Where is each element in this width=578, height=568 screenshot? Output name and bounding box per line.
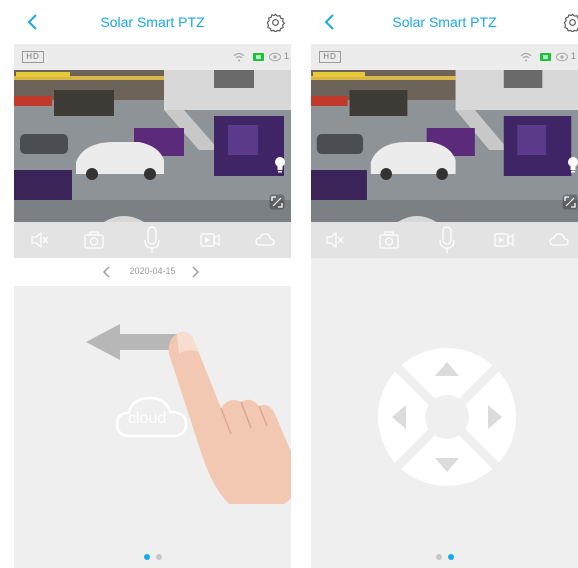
mute-icon[interactable] [325, 231, 345, 249]
gear-icon[interactable] [563, 13, 578, 32]
video-status-bar: HD 1 [311, 44, 578, 70]
control-bar [311, 222, 578, 258]
battery-icon [540, 53, 551, 61]
wifi-icon [233, 52, 245, 62]
mute-icon[interactable] [30, 231, 50, 249]
date-label[interactable]: 2020-04-15 [14, 266, 291, 276]
camera-feed [14, 70, 291, 222]
expand-icon[interactable] [269, 194, 285, 210]
bulb-icon[interactable] [273, 156, 287, 174]
ptz-joystick[interactable] [378, 348, 516, 486]
battery-icon [253, 53, 264, 61]
cloud-icon[interactable] [255, 231, 275, 249]
viewer-count: 1 [570, 51, 576, 61]
gear-icon[interactable] [266, 13, 285, 32]
page-indicator [311, 547, 578, 565]
cloud-icon[interactable] [549, 231, 569, 249]
top-bar: Solar Smart PTZ [14, 0, 291, 44]
quality-badge[interactable]: HD [319, 51, 341, 63]
expand-icon[interactable] [562, 194, 578, 210]
bulb-icon[interactable] [566, 156, 578, 174]
cloud-panel[interactable]: cloud [14, 286, 291, 568]
snapshot-icon[interactable] [379, 231, 399, 249]
page-dot-1[interactable] [143, 554, 150, 560]
video-status-bar: HD 1 [14, 44, 291, 70]
record-icon[interactable] [494, 231, 514, 249]
hand-gesture-icon [168, 331, 291, 504]
ptz-panel [311, 258, 578, 568]
snapshot-icon[interactable] [84, 231, 104, 249]
page-title: Solar Smart PTZ [100, 14, 205, 30]
live-video[interactable]: HD 1 [311, 44, 578, 222]
chevron-right-icon[interactable] [190, 265, 200, 279]
ptz-screen: Solar Smart PTZ HD 1 [311, 0, 578, 568]
microphone-icon[interactable] [437, 226, 457, 254]
page-dot-1[interactable] [435, 554, 442, 560]
microphone-icon[interactable] [142, 226, 162, 254]
wifi-icon [520, 52, 532, 62]
playback-screen: Solar Smart PTZ HD 1 2020-04-15 cloud [14, 0, 291, 568]
page-dot-2[interactable] [447, 554, 454, 560]
eye-icon [269, 52, 281, 62]
camera-feed [311, 70, 578, 222]
live-video[interactable]: HD 1 [14, 44, 291, 222]
page-indicator [14, 547, 291, 565]
eye-icon [556, 52, 568, 62]
top-bar: Solar Smart PTZ [311, 0, 578, 44]
control-bar [14, 222, 291, 258]
quality-badge[interactable]: HD [22, 51, 44, 63]
page-dot-2[interactable] [155, 554, 162, 560]
viewer-count: 1 [283, 51, 289, 61]
record-icon[interactable] [200, 231, 220, 249]
page-title: Solar Smart PTZ [392, 14, 497, 30]
date-selector: 2020-04-15 [14, 258, 291, 286]
